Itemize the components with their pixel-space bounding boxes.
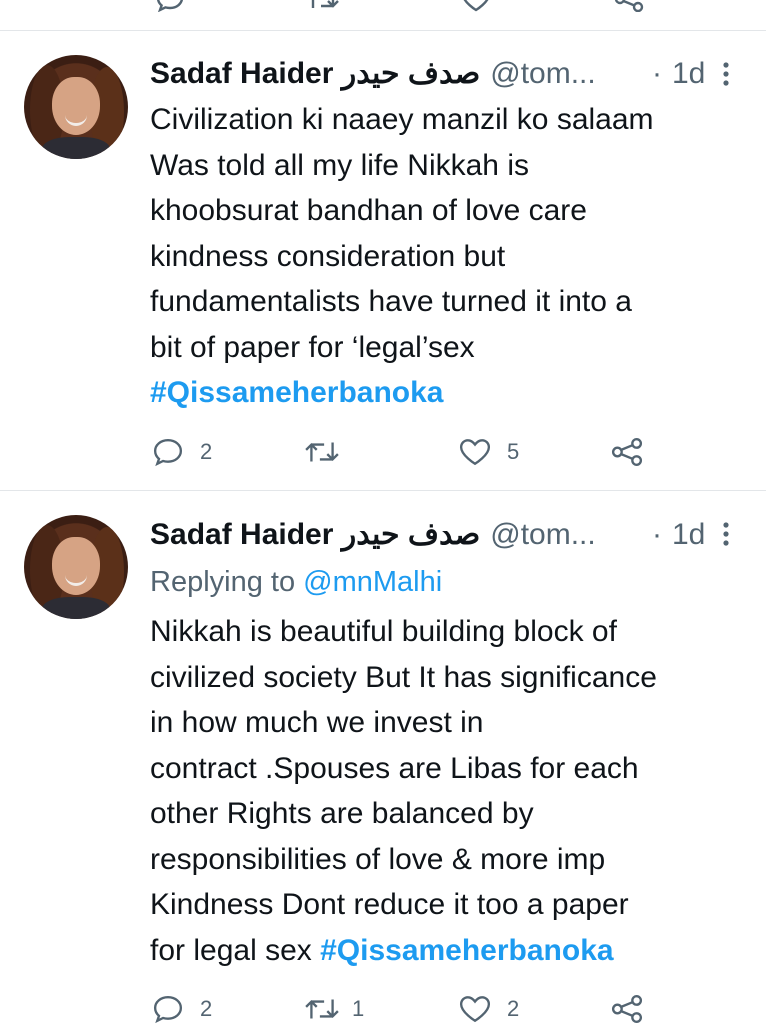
tweet-actions: 2 5 [0,433,766,473]
replying-to: Replying to @mnMalhi [150,562,442,602]
tweet-line: khoobsurat bandhan of love care [150,194,587,227]
retweet-count: 1 [352,996,365,1021]
reply-icon[interactable] [153,994,183,1024]
reply-icon[interactable] [153,437,183,467]
reply-icon[interactable] [156,0,184,12]
tweet-text: Civilization ki naaey manzil ko salaam W… [150,97,750,416]
tweet-actions: 2 1 2 [0,990,766,1030]
tweet-text: Nikkah is beautiful building block of ci… [150,609,750,973]
tweet-line: Was told all my life Nikkah is [150,148,529,182]
tweet-line: kindness consideration but [150,239,506,273]
reply-count: 2 [200,996,213,1021]
replying-to-label: Replying to [150,566,296,598]
tweet-header: Sadaf Haider صدف حیدر @tom... · 1d [150,54,750,94]
avatar[interactable] [24,515,128,619]
tweet-line: fundamentalists have turned it into a [150,285,632,318]
like-count: 5 [507,439,520,464]
separator-dot: · [652,57,662,90]
tweet-line: contract .Spouses are Libas for each [150,751,639,785]
share-icon[interactable] [611,437,643,467]
like-icon[interactable] [461,0,491,12]
tweet-line: Nikkah is beautiful building block of [150,615,617,648]
like-icon[interactable] [459,437,491,467]
separator-dot: · [652,518,662,551]
share-icon[interactable] [611,994,643,1024]
tweet[interactable]: Sadaf Haider صدف حیدر @tom... · 1d Civili… [0,31,766,489]
mention-link[interactable]: @mnMalhi [303,566,442,598]
tweet-line: other Rights are balanced by [150,797,534,830]
previous-tweet-actions [0,0,766,12]
tweet-line: responsibilities of love & more imp [150,842,606,876]
display-name[interactable]: Sadaf Haider صدف حیدر [150,518,480,551]
tweet[interactable]: Sadaf Haider صدف حیدر @tom... · 1d Replyi… [0,491,766,1024]
retweet-icon[interactable] [304,437,340,467]
tweet-line: bit of paper for ‘legal’sex [150,330,475,364]
tweet-line: civilized society But It has significanc… [150,660,657,694]
more-icon[interactable] [722,521,730,552]
user-handle[interactable]: @tom... [490,518,595,551]
like-count: 2 [507,996,520,1021]
share-icon[interactable] [614,0,644,12]
retweet-icon[interactable] [304,994,340,1024]
timestamp[interactable]: 1d [672,54,705,94]
display-name[interactable]: Sadaf Haider صدف حیدر [150,57,480,90]
tweet-line: Civilization ki naaey manzil ko salaam [150,103,654,136]
avatar[interactable] [24,55,128,159]
user-handle[interactable]: @tom... [490,57,595,90]
reply-count: 2 [200,439,213,464]
tweet-header: Sadaf Haider صدف حیدر @tom... · 1d [150,515,750,555]
hashtag-link[interactable]: #Qissameherbanoka [320,934,613,967]
retweet-icon[interactable] [306,0,340,12]
more-icon[interactable] [722,61,730,92]
like-icon[interactable] [459,994,491,1024]
tweet-line: for legal sex [150,933,312,967]
hashtag-link[interactable]: #Qissameherbanoka [150,376,443,409]
tweet-line: Kindness Dont reduce it too a paper [150,888,629,921]
tweet-line: in how much we invest in [150,706,484,739]
timestamp[interactable]: 1d [672,515,705,555]
